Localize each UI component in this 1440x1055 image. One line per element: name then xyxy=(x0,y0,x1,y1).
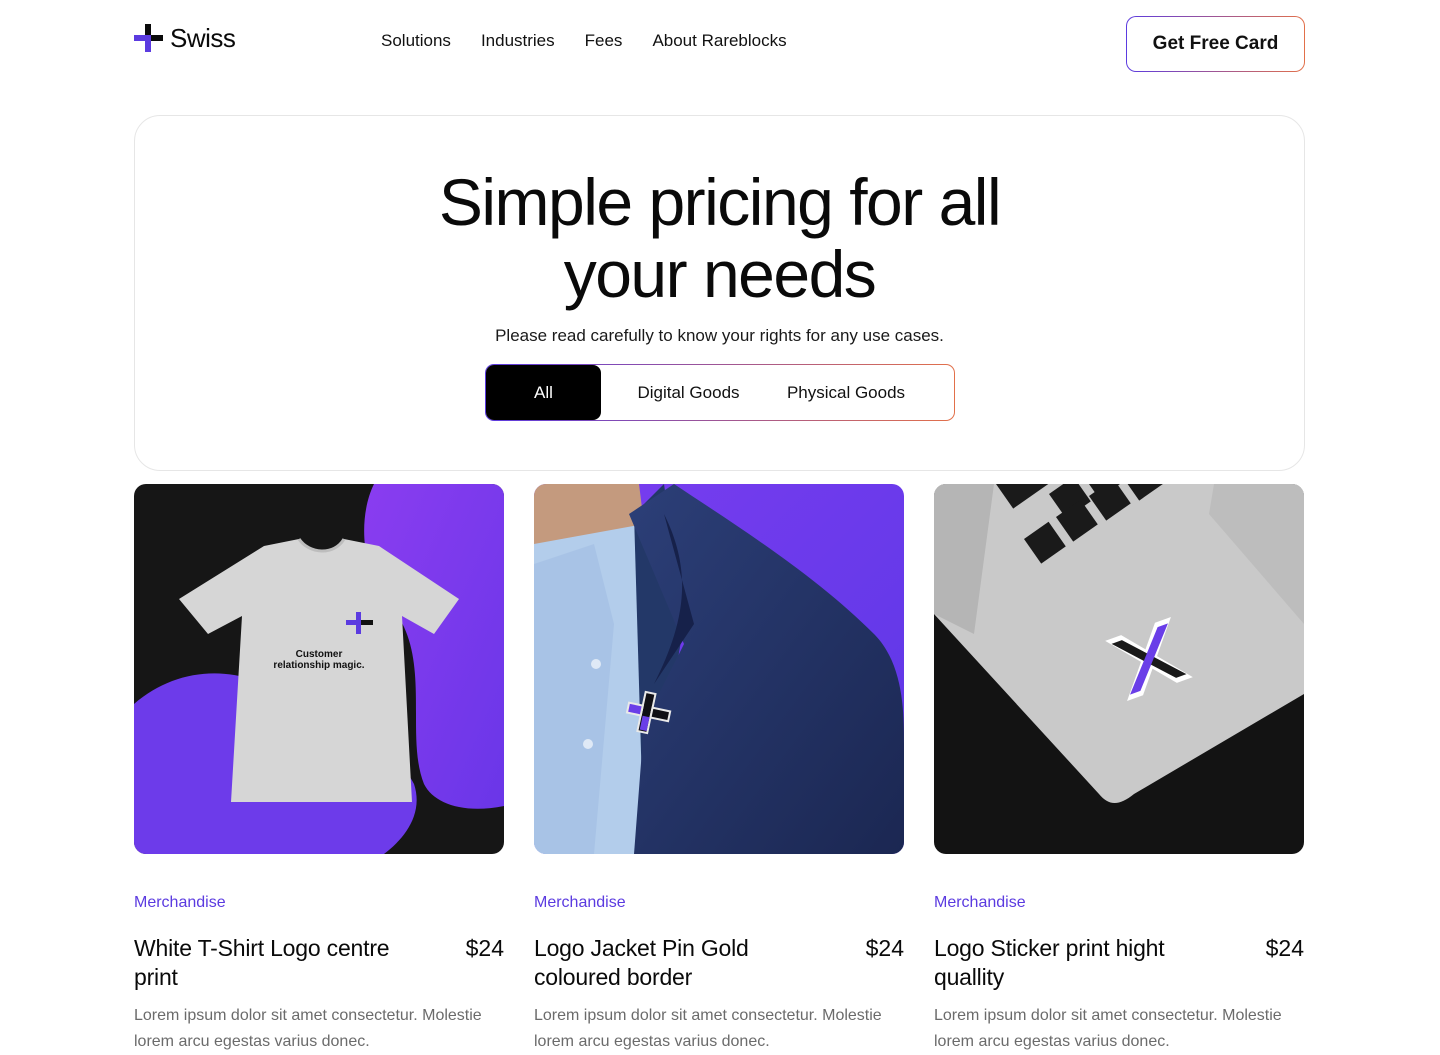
get-free-card-button[interactable]: Get Free Card xyxy=(1126,16,1305,72)
product-card[interactable]: Merchandise Logo Jacket Pin Gold coloure… xyxy=(534,484,904,1050)
product-price: $24 xyxy=(465,935,504,961)
product-description: Lorem ipsum dolor sit amet consectetur. … xyxy=(934,1007,1282,1050)
laptop-sticker-photo-image xyxy=(934,484,1304,854)
product-category: Merchandise xyxy=(534,894,626,911)
main-nav: Solutions Industries Fees About Rarebloc… xyxy=(381,31,787,51)
page-title-line-2: your needs xyxy=(563,237,877,311)
filter-tabs: All Digital Goods Physical Goods xyxy=(485,364,955,421)
product-image-jacket-pin[interactable] xyxy=(534,484,904,854)
product-card[interactable]: Merchandise Logo Sticker print hight qua… xyxy=(934,484,1304,1050)
product-title[interactable]: Logo Jacket Pin Gold coloured border xyxy=(534,934,794,992)
product-image-tshirt[interactable]: Customer relationship magic. xyxy=(134,484,504,854)
product-category: Merchandise xyxy=(134,894,226,911)
nav-about-rareblocks[interactable]: About Rareblocks xyxy=(652,31,786,51)
page-title-line-1: Simple pricing for all xyxy=(438,165,1002,239)
product-title[interactable]: White T-Shirt Logo centre print xyxy=(134,934,394,992)
nav-fees[interactable]: Fees xyxy=(585,31,623,51)
product-price: $24 xyxy=(1265,935,1304,961)
tab-all[interactable]: All xyxy=(486,365,601,420)
product-description: Lorem ipsum dolor sit amet consectetur. … xyxy=(534,1007,882,1050)
product-image-sticker[interactable] xyxy=(934,484,1304,854)
tshirt-print-text: Customer relationship magic. xyxy=(273,649,365,671)
product-description: Lorem ipsum dolor sit amet consectetur. … xyxy=(134,1007,482,1050)
jacket-pin-photo-image xyxy=(534,484,904,854)
page-subtitle: Please read carefully to know your right… xyxy=(495,326,944,345)
logo-mark-icon xyxy=(134,24,163,52)
brand-logo[interactable]: Swiss xyxy=(134,22,236,54)
page-title: Simple pricing for all your needs xyxy=(135,166,1304,310)
product-card[interactable]: Customer relationship magic. Merchandise… xyxy=(134,484,504,1050)
product-title[interactable]: Logo Sticker print hight quallity xyxy=(934,934,1194,992)
nav-industries[interactable]: Industries xyxy=(481,31,555,51)
tab-physical-goods[interactable]: Physical Goods xyxy=(776,365,916,420)
site-header: Swiss Solutions Industries Fees About Ra… xyxy=(0,0,1440,90)
pricing-hero: Simple pricing for all your needs Please… xyxy=(134,115,1305,471)
get-free-card-label: Get Free Card xyxy=(1127,17,1304,71)
nav-solutions[interactable]: Solutions xyxy=(381,31,451,51)
product-category: Merchandise xyxy=(934,894,1026,911)
product-price: $24 xyxy=(865,935,904,961)
brand-name: Swiss xyxy=(170,22,236,53)
tab-digital-goods[interactable]: Digital Goods xyxy=(601,365,776,420)
